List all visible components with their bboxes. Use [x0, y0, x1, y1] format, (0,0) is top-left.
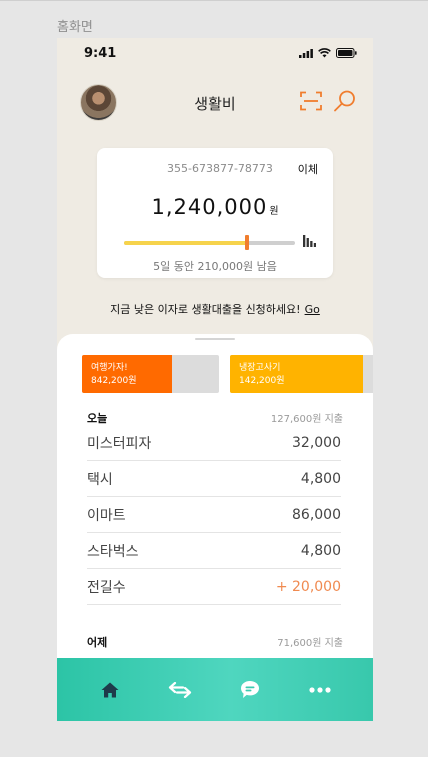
transaction-list: 미스터피자 32,000 택시 4,800 이마트 86,000 스타벅스 4,…	[87, 425, 341, 605]
transfer-arrows-icon	[168, 681, 192, 698]
yesterday-spend: 71,600원 지출	[277, 638, 343, 649]
bar-chart-icon[interactable]	[303, 235, 316, 247]
budget-progress-bar	[124, 235, 295, 250]
goal-amount: 142,200원	[239, 376, 285, 386]
sheet-handle[interactable]	[195, 338, 235, 340]
status-icons	[299, 48, 357, 58]
transaction-amount: 4,800	[300, 542, 341, 559]
transaction-name: 전길수	[87, 579, 126, 596]
today-header: 오늘 127,600원 지출	[87, 410, 343, 426]
promo-text: 지금 낮은 이자로 생활대출을 신청하세요!	[110, 303, 301, 316]
loan-promo: 지금 낮은 이자로 생활대출을 신청하세요! Go	[57, 301, 373, 317]
status-time: 9:41	[84, 46, 117, 61]
balance-amount: 1,240,000	[151, 195, 268, 219]
goal-text: 여행가자! 842,200원	[91, 362, 137, 388]
goal-title: 여행가자!	[91, 363, 128, 373]
account-card[interactable]: 355-673877-78773 이체 1,240,000 원 5일 동안 210…	[97, 148, 333, 278]
goal-text: 냉장고사기 142,200원	[239, 362, 285, 388]
more-icon	[309, 686, 331, 693]
goal-amount: 842,200원	[91, 376, 137, 386]
transaction-amount: 32,000	[292, 434, 341, 451]
transaction-row[interactable]: 미스터피자 32,000	[87, 425, 341, 461]
account-number: 355-673877-78773	[167, 162, 273, 175]
page-title: 생활비	[194, 95, 236, 113]
balance-currency: 원	[269, 206, 279, 217]
home-icon	[101, 682, 119, 697]
yesterday-label: 어제	[87, 636, 108, 649]
goal-card-1[interactable]: 냉장고사기 142,200원	[230, 355, 373, 393]
transaction-row[interactable]: 전길수 + 20,000	[87, 569, 341, 605]
today-spend: 127,600원 지출	[270, 414, 343, 425]
budget-marker	[245, 235, 250, 250]
transaction-amount: 86,000	[292, 506, 341, 523]
promo-go-link[interactable]: Go	[305, 303, 320, 316]
bottom-tab-bar	[57, 658, 373, 721]
transaction-name: 스타벅스	[87, 543, 139, 560]
budget-remaining-text: 5일 동안 210,000원 남음	[153, 260, 277, 273]
tab-home[interactable]	[90, 675, 130, 705]
transaction-row[interactable]: 스타벅스 4,800	[87, 533, 341, 569]
tab-transfer[interactable]	[160, 675, 200, 705]
tab-more[interactable]	[300, 675, 340, 705]
transactions-sheet: 여행가자! 842,200원 냉장고사기 142,200원 오늘 127,600…	[57, 334, 373, 721]
goal-title: 냉장고사기	[239, 363, 281, 373]
frame-label: 홈화면	[57, 20, 93, 35]
transaction-amount: 4,800	[300, 470, 341, 487]
yesterday-header: 어제 71,600원 지출	[87, 634, 343, 650]
tab-chat[interactable]	[230, 675, 270, 705]
balance: 1,240,000 원	[97, 195, 333, 219]
signal-icon	[299, 48, 313, 58]
scan-icon[interactable]	[300, 91, 322, 111]
transaction-name: 이마트	[87, 507, 126, 524]
budget-progress-fill	[124, 241, 248, 245]
transaction-name: 미스터피자	[87, 435, 152, 452]
goal-card-0[interactable]: 여행가자! 842,200원	[82, 355, 219, 393]
battery-icon	[336, 48, 357, 58]
transaction-amount: + 20,000	[275, 578, 341, 595]
transaction-row[interactable]: 이마트 86,000	[87, 497, 341, 533]
today-label: 오늘	[87, 412, 108, 425]
search-icon[interactable]	[333, 89, 357, 113]
transaction-row[interactable]: 택시 4,800	[87, 461, 341, 497]
phone-screen: 9:41 생활비 355-673877-78773 이체 1,240,000 원…	[57, 38, 373, 721]
chat-icon	[241, 681, 259, 698]
transaction-name: 택시	[87, 471, 113, 488]
wifi-icon	[318, 48, 331, 58]
transfer-button[interactable]: 이체	[298, 161, 318, 177]
